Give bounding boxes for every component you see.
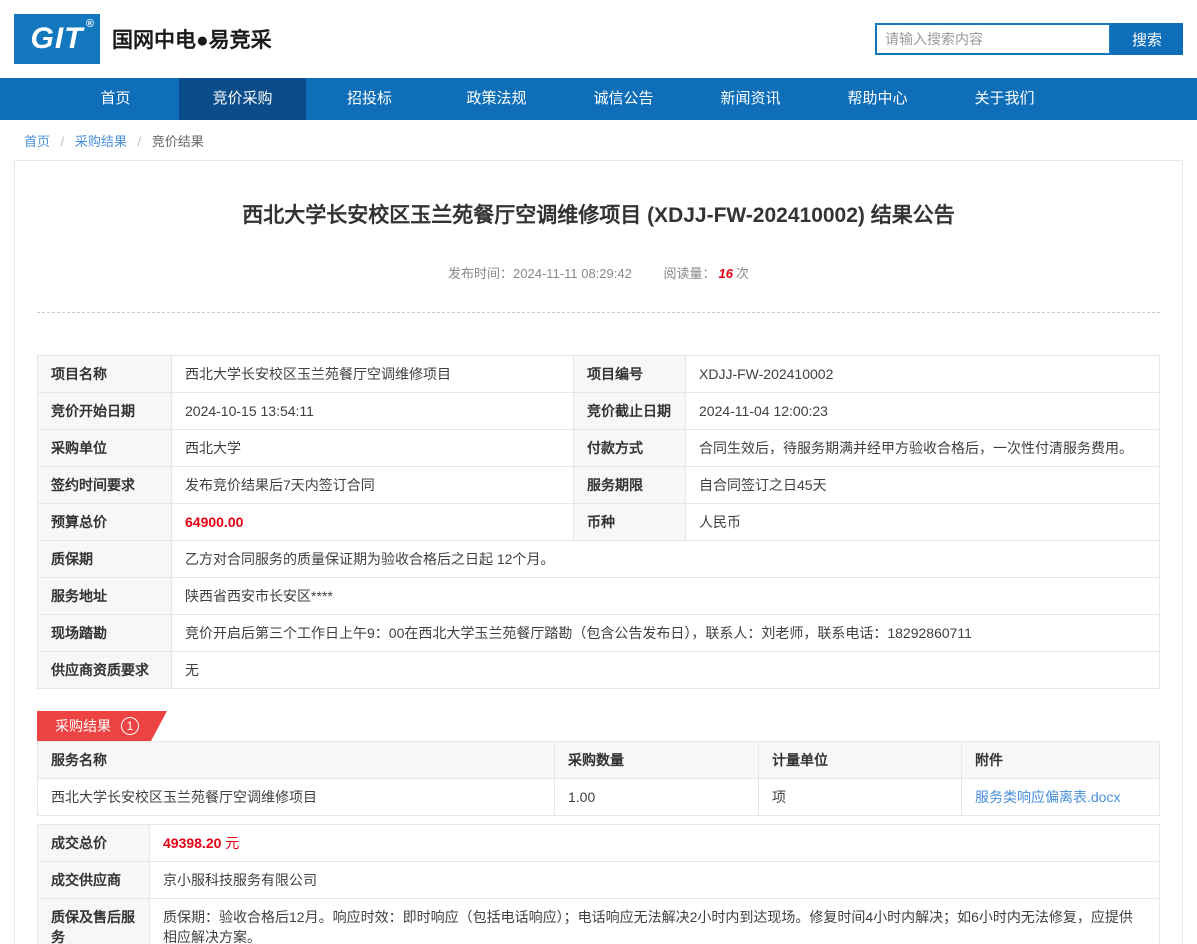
field-label: 项目名称 [37,355,172,393]
main-nav: 首页 竞价采购 招投标 政策法规 诚信公告 新闻资讯 帮助中心 关于我们 [0,78,1197,120]
field-value: 发布竞价结果后7天内签订合同 [171,466,574,504]
publish-time-value: 2024-11-11 08:29:42 [513,266,632,281]
table-header-row: 服务名称 采购数量 计量单位 附件 [37,741,1160,779]
site-title: 国网中电●易竞采 [112,29,272,52]
view-count-unit: 次 [735,266,749,281]
view-count-label: 阅读量： [663,266,716,281]
nav-item-home[interactable]: 首页 [52,78,179,120]
view-count-value: 16 [718,266,733,281]
publish-time: 发布时间：2024-11-11 08:29:42 [448,266,632,281]
field-label: 采购单位 [37,429,172,467]
page-header: GIT ® 国网中电●易竞采 搜索 [0,0,1197,78]
nav-item-about[interactable]: 关于我们 [941,78,1068,120]
table-row: 预算总价 64900.00 币种 人民币 [37,503,1160,541]
table-row: 质保及售后服务 质保期：验收合格后12月。响应时效：即时响应（包括电话响应）；电… [37,898,1160,944]
table-row: 采购单位 西北大学 付款方式 合同生效后，待服务期满并经甲方验收合格后，一次性付… [37,429,1160,467]
supplier-value: 京小服科技服务有限公司 [149,861,1160,899]
table-row: 成交供应商 京小服科技服务有限公司 [37,861,1160,899]
field-label: 成交总价 [37,824,150,862]
search-bar: 搜索 [875,23,1183,55]
field-value: 人民币 [685,503,1160,541]
column-header-quantity: 采购数量 [554,741,759,779]
breadcrumb: 首页 / 采购结果 / 竞价结果 [0,120,1197,160]
announcement-card: 西北大学长安校区玉兰苑餐厅空调维修项目 (XDJJ-FW-202410002) … [14,160,1183,944]
breadcrumb-purchase-results[interactable]: 采购结果 [75,134,127,149]
deal-price-cell: 49398.20 元 [149,824,1160,862]
column-header-attachment: 附件 [961,741,1160,779]
result-items-table: 服务名称 采购数量 计量单位 附件 西北大学长安校区玉兰苑餐厅空调维修项目 1.… [37,741,1160,816]
article-meta: 发布时间：2024-11-11 08:29:42 阅读量： 16 次 [37,263,1160,313]
nav-item-tender[interactable]: 招投标 [306,78,433,120]
field-label: 质保及售后服务 [37,898,150,944]
ribbon-label: 采购结果 [55,718,111,734]
field-label: 现场踏勘 [37,614,172,652]
field-value: 西北大学长安校区玉兰苑餐厅空调维修项目 [171,355,574,393]
purchase-result-ribbon: 采购结果 1 [37,711,167,741]
deal-price-value: 49398.20 [163,835,222,851]
nav-item-policy[interactable]: 政策法规 [433,78,560,120]
field-label: 供应商资质要求 [37,651,172,689]
field-label: 签约时间要求 [37,466,172,504]
breadcrumb-current: 竞价结果 [151,134,204,149]
unit-cell: 项 [758,778,962,816]
column-header-unit: 计量单位 [758,741,962,779]
logo-text: GIT [30,22,84,55]
field-value: 2024-11-04 12:00:23 [685,392,1160,430]
column-header-service-name: 服务名称 [37,741,555,779]
table-row: 成交总价 49398.20 元 [37,824,1160,862]
result-count-badge: 1 [121,717,139,735]
table-row: 签约时间要求 发布竞价结果后7天内签订合同 服务期限 自合同签订之日45天 [37,466,1160,504]
nav-item-news[interactable]: 新闻资讯 [687,78,814,120]
breadcrumb-separator: / [137,134,142,149]
project-info-table: 项目名称 西北大学长安校区玉兰苑餐厅空调维修项目 项目编号 XDJJ-FW-20… [37,355,1160,689]
field-label: 项目编号 [573,355,686,393]
search-button[interactable]: 搜索 [1111,23,1183,55]
field-value: 自合同签订之日45天 [685,466,1160,504]
breadcrumb-separator: / [60,134,65,149]
field-label: 付款方式 [573,429,686,467]
attachment-link[interactable]: 服务类响应偏离表.docx [975,789,1120,805]
field-label: 成交供应商 [37,861,150,899]
table-row: 项目名称 西北大学长安校区玉兰苑餐厅空调维修项目 项目编号 XDJJ-FW-20… [37,355,1160,393]
nav-item-bidding-purchase[interactable]: 竞价采购 [179,78,306,120]
field-label: 服务期限 [573,466,686,504]
service-name-cell: 西北大学长安校区玉兰苑餐厅空调维修项目 [37,778,555,816]
search-input[interactable] [875,23,1111,55]
table-row: 西北大学长安校区玉兰苑餐厅空调维修项目 1.00 项 服务类响应偏离表.docx [37,778,1160,816]
deal-price-unit: 元 [225,835,240,851]
table-row: 现场踏勘 竞价开启后第三个工作日上午9：00在西北大学玉兰苑餐厅踏勘（包含公告发… [37,614,1160,652]
view-count: 阅读量： 16 次 [663,266,749,281]
field-value: 合同生效后，待服务期满并经甲方验收合格后，一次性付清服务费用。 [685,429,1160,467]
field-label: 币种 [573,503,686,541]
registered-trademark-icon: ® [85,18,95,30]
field-value: 无 [171,651,1160,689]
field-value: 竞价开启后第三个工作日上午9：00在西北大学玉兰苑餐厅踏勘（包含公告发布日），联… [171,614,1160,652]
quantity-cell: 1.00 [554,778,759,816]
table-row: 供应商资质要求 无 [37,651,1160,689]
nav-item-integrity[interactable]: 诚信公告 [560,78,687,120]
table-row: 竞价开始日期 2024-10-15 13:54:11 竞价截止日期 2024-1… [37,392,1160,430]
table-row: 质保期 乙方对合同服务的质量保证期为验收合格后之日起 12个月。 [37,540,1160,578]
result-summary-table: 成交总价 49398.20 元 成交供应商 京小服科技服务有限公司 质保及售后服… [37,824,1160,944]
field-label: 服务地址 [37,577,172,615]
field-value: 2024-10-15 13:54:11 [171,392,574,430]
page-title: 西北大学长安校区玉兰苑餐厅空调维修项目 (XDJJ-FW-202410002) … [242,204,955,227]
field-label: 竞价截止日期 [573,392,686,430]
field-label: 质保期 [37,540,172,578]
breadcrumb-home[interactable]: 首页 [24,134,50,149]
field-value: 乙方对合同服务的质量保证期为验收合格后之日起 12个月。 [171,540,1160,578]
field-value: 西北大学 [171,429,574,467]
nav-item-help[interactable]: 帮助中心 [814,78,941,120]
budget-total-value: 64900.00 [171,503,574,541]
attachment-cell: 服务类响应偏离表.docx [961,778,1160,816]
field-value: XDJJ-FW-202410002 [685,355,1160,393]
warranty-value: 质保期：验收合格后12月。响应时效：即时响应（包括电话响应）；电话响应无法解决2… [149,898,1160,944]
table-row: 服务地址 陕西省西安市长安区**** [37,577,1160,615]
publish-time-label: 发布时间： [448,266,514,281]
field-label: 预算总价 [37,503,172,541]
site-logo[interactable]: GIT ® [14,14,100,64]
field-value: 陕西省西安市长安区**** [171,577,1160,615]
field-label: 竞价开始日期 [37,392,172,430]
